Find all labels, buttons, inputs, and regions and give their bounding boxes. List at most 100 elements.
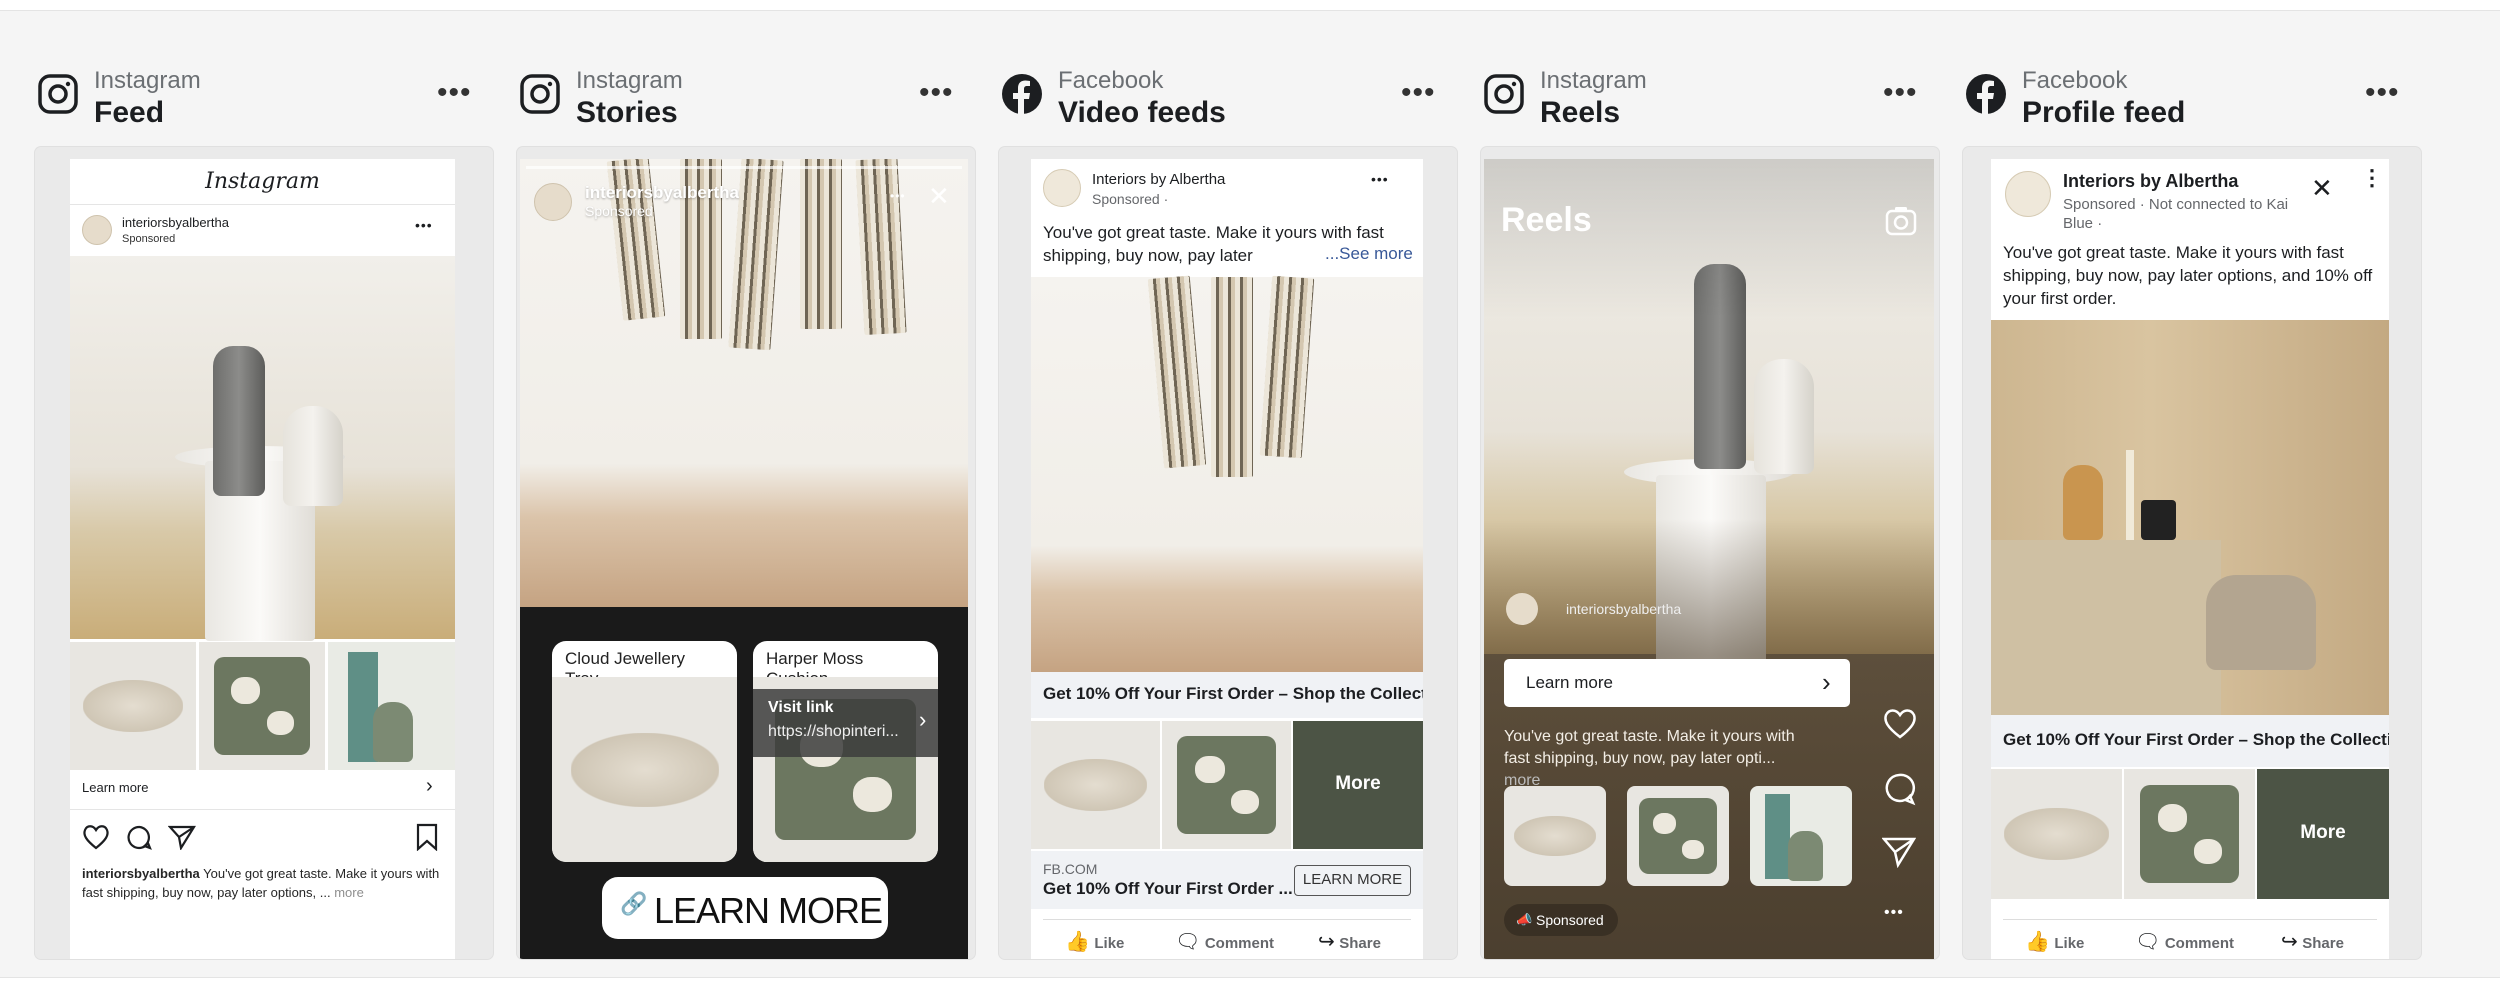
learn-more-button[interactable]: 🔗 LEARN MORE [602, 877, 888, 939]
divider [1043, 919, 1411, 920]
comment-icon[interactable] [126, 824, 153, 851]
more-options-button[interactable]: ••• [437, 78, 472, 108]
comment-button[interactable]: 🗨 Comment [2135, 929, 2234, 954]
carousel-item-more[interactable]: More [2257, 769, 2389, 899]
close-icon[interactable]: ✕ [928, 181, 950, 212]
ad-video[interactable] [1031, 275, 1423, 672]
post-options-button[interactable]: ••• [1371, 171, 1389, 187]
link-icon: 🔗 [620, 891, 648, 916]
avatar[interactable] [534, 183, 572, 221]
link-footer[interactable]: FB.COM Get 10% Off Your First Order ... … [1031, 851, 1423, 909]
comment-label: Comment [1204, 935, 1275, 952]
instagram-icon [1484, 74, 1524, 114]
like-button[interactable]: 👍 Like [1065, 929, 1124, 954]
ad-preview-card: Interiors by Albertha Sponsored · Not co… [1963, 147, 2421, 959]
caption-more-link[interactable]: more [334, 885, 364, 900]
post-options-button[interactable]: ••• [415, 217, 433, 233]
comment-button[interactable]: 🗨 Comment [1175, 929, 1274, 954]
placement-facebook-profile-feed: Facebook Profile feed ••• Interiors by A… [1963, 11, 2421, 979]
carousel-item-vase[interactable] [1750, 786, 1852, 886]
account-name[interactable]: interiorsbyalbertha [1566, 601, 1681, 617]
ad-preview-card: interiorsbyalbertha Sponsored ••• ✕ Clou… [517, 147, 975, 959]
like-icon: 👍 [1065, 931, 1090, 953]
carousel-item-tray[interactable] [1031, 721, 1160, 849]
placement-instagram-stories: Instagram Stories ••• interiorsbyalberth… [517, 11, 975, 979]
visit-link-url: https://shopinteri... [768, 723, 899, 740]
ad-image[interactable] [1991, 320, 2389, 715]
more-options-button[interactable]: ••• [1883, 78, 1918, 108]
avatar[interactable] [1506, 593, 1538, 625]
caption-username[interactable]: interiorsbyalbertha [82, 866, 200, 881]
share-button[interactable]: ↪ Share [1318, 929, 1381, 954]
placement-label: Stories [576, 96, 678, 129]
more-options-button[interactable]: ••• [2365, 78, 2400, 108]
share-label: Share [1339, 935, 1381, 952]
like-button[interactable]: 👍 Like [2025, 929, 2084, 954]
carousel-item-vase[interactable] [328, 642, 455, 770]
learn-more-button[interactable]: LEARN MORE [1294, 865, 1411, 896]
learn-more-button[interactable]: Learn more › [1504, 659, 1850, 707]
avatar[interactable] [82, 215, 112, 245]
platform-label: Instagram [94, 67, 201, 94]
headline[interactable]: Get 10% Off Your First Order – Shop the … [1031, 672, 1423, 718]
amber-vase [2063, 465, 2103, 540]
placement-header: Instagram Feed ••• [35, 59, 493, 139]
account-name[interactable]: interiorsbyalbertha [585, 183, 739, 203]
share-icon[interactable] [168, 824, 196, 850]
more-options-button[interactable]: ••• [919, 78, 954, 108]
comment-icon: 🗨 [1175, 931, 1201, 953]
grey-vase [213, 346, 265, 496]
carousel-item-cushion[interactable] [2124, 769, 2255, 899]
product-card-cushion[interactable]: Harper Moss Cushion Visit link https://s… [753, 641, 938, 862]
carousel-item-cushion[interactable] [1627, 786, 1729, 886]
page-name[interactable]: Interiors by Albertha [2063, 171, 2238, 192]
share-button[interactable]: ↪ Share [2281, 929, 2344, 954]
product-image [552, 677, 737, 862]
facebook-icon [1002, 74, 1042, 115]
share-icon[interactable] [1882, 836, 1916, 868]
vertical-more-icon[interactable]: ⋮ [2361, 167, 2383, 189]
account-name[interactable]: interiorsbyalbertha [122, 215, 229, 230]
sponsored-label: Sponsored [122, 233, 176, 245]
carousel-item-cushion[interactable] [1162, 721, 1291, 849]
like-label: Like [1094, 935, 1125, 952]
carousel-item-cushion[interactable] [199, 642, 325, 770]
sponsored-badge: 📣 Sponsored [1504, 904, 1618, 936]
chevron-right-icon[interactable]: › [426, 775, 433, 798]
camera-icon[interactable] [1884, 204, 1918, 238]
black-mug [2141, 500, 2176, 540]
carousel-row[interactable]: More [1991, 769, 2389, 899]
sponsored-label: Sponsored [1536, 912, 1604, 928]
reel-options-button[interactable]: ••• [1884, 904, 1904, 922]
avatar[interactable] [1043, 169, 1081, 207]
story-image[interactable] [520, 159, 968, 607]
carousel-item-more[interactable]: More [1293, 721, 1423, 849]
white-vase [283, 406, 343, 506]
heart-icon[interactable] [82, 824, 110, 850]
learn-more-link[interactable]: Learn more [82, 780, 148, 795]
carousel-item-tray[interactable] [1504, 786, 1606, 886]
facebook-profile-feed-mock: Interiors by Albertha Sponsored · Not co… [1991, 159, 2389, 959]
headline[interactable]: Get 10% Off Your First Order – Shop the … [1991, 715, 2389, 767]
see-more-link[interactable]: ...See more [1321, 244, 1413, 264]
visit-link-tooltip[interactable]: Visit link https://shopinteri... › [753, 689, 938, 757]
candle [2126, 450, 2134, 540]
bookmark-icon[interactable] [415, 823, 439, 851]
carousel-item-tray[interactable] [1991, 769, 2122, 899]
learn-more-label: LEARN MORE [654, 890, 883, 931]
comment-icon[interactable] [1882, 772, 1916, 806]
ad-image[interactable] [70, 256, 455, 641]
more-options-button[interactable]: ••• [1401, 78, 1436, 108]
avatar[interactable] [2005, 171, 2051, 217]
heart-icon[interactable] [1882, 708, 1918, 740]
carousel-row[interactable]: More [1031, 721, 1423, 849]
carousel-item-tray[interactable] [70, 642, 196, 770]
placement-header: Facebook Profile feed ••• [1963, 59, 2421, 139]
page-name[interactable]: Interiors by Albertha [1092, 171, 1225, 188]
close-icon[interactable]: ✕ [2311, 173, 2333, 204]
sponsored-label: Sponsored [585, 203, 653, 219]
instagram-icon [520, 74, 560, 114]
product-card-tray[interactable]: Cloud Jewellery Tray... [552, 641, 737, 862]
carousel-row[interactable] [70, 642, 455, 770]
story-options-button[interactable]: ••• [890, 189, 906, 203]
